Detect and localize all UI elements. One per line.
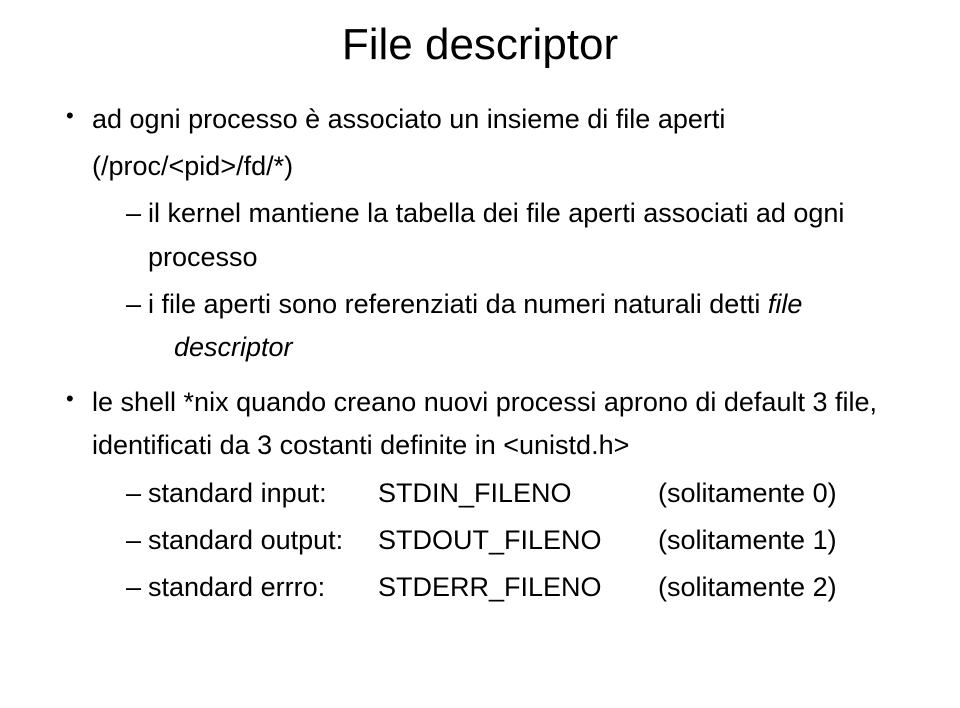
std-output-row: standard output: STDOUT_FILENO (solitame… <box>122 519 900 562</box>
bullet-list: ad ogni processo è associato un insieme … <box>60 98 900 609</box>
bullet-2: le shell *nix quando creano nuovi proces… <box>60 381 900 609</box>
b1s2-em1: file <box>768 289 803 319</box>
stderr-label: standard errro: <box>148 566 378 609</box>
slide-title: File descriptor <box>60 20 900 70</box>
stderr-note: (solitamente 2) <box>658 566 900 609</box>
bullet-1: ad ogni processo è associato un insieme … <box>60 98 900 369</box>
stderr-const: STDERR_FILENO <box>378 566 658 609</box>
stdout-const: STDOUT_FILENO <box>378 519 658 562</box>
std-error-row: standard errro: STDERR_FILENO (solitamen… <box>122 566 900 609</box>
bullet-1-paren: (/proc/<pid>/fd/*) <box>92 145 900 188</box>
bullet-2-sublist: standard input: STDIN_FILENO (solitament… <box>122 472 900 610</box>
stdin-label: standard input: <box>148 472 378 515</box>
stdin-const: STDIN_FILENO <box>378 472 658 515</box>
bullet-2-text: le shell *nix quando creano nuovi proces… <box>92 387 877 460</box>
bullet-1-text: ad ogni processo è associato un insieme … <box>92 104 725 134</box>
b1s2-pre: i file aperti sono referenziati da numer… <box>148 289 768 319</box>
stdout-label: standard output: <box>148 519 378 562</box>
bullet-1-sublist: il kernel mantiene la tabella dei file a… <box>122 192 900 369</box>
stdout-note: (solitamente 1) <box>658 519 900 562</box>
bullet-1-sub-1: il kernel mantiene la tabella dei file a… <box>122 192 900 278</box>
bullet-1-sub-2: i file aperti sono referenziati da numer… <box>122 283 900 369</box>
std-input-row: standard input: STDIN_FILENO (solitament… <box>122 472 900 515</box>
slide: File descriptor ad ogni processo è assoc… <box>0 0 960 708</box>
stdin-note: (solitamente 0) <box>658 472 900 515</box>
b1s2-em2: descriptor <box>174 326 900 369</box>
